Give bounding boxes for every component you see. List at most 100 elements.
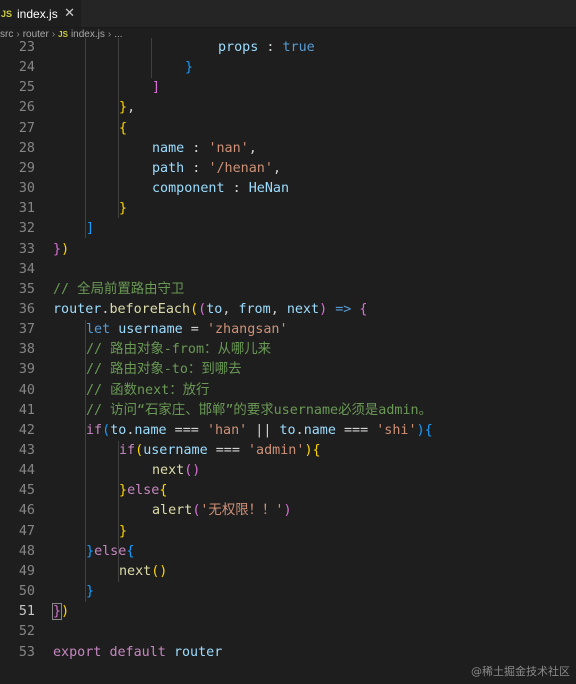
- code-line[interactable]: 36 router.beforeEach((to, from, next) => …: [0, 300, 576, 320]
- code-text: ]: [152, 78, 160, 98]
- code-line[interactable]: 27 {: [0, 119, 576, 139]
- code-text: }: [185, 58, 193, 78]
- code-line[interactable]: 33}): [0, 240, 576, 260]
- close-tab-icon[interactable]: ✕: [64, 6, 75, 20]
- tab-index-js[interactable]: JS index.js ✕: [0, 0, 81, 27]
- code-token: // 全局前置路由守卫: [53, 281, 185, 297]
- line-number: 37: [18, 322, 35, 338]
- code-token: ): [61, 604, 70, 620]
- line-number: 26: [18, 100, 35, 116]
- line-number: 38: [18, 342, 35, 358]
- code-line[interactable]: 44 next(): [0, 461, 576, 481]
- code-token: }: [53, 241, 62, 257]
- line-number: 35: [18, 281, 35, 297]
- code-token: ||: [247, 422, 280, 438]
- code-line[interactable]: 52: [0, 622, 576, 642]
- tab-filename: index.js: [17, 6, 58, 21]
- code-token: ): [319, 301, 328, 317]
- code-text: if(to.name === 'han' || to.name === 'shi…: [86, 421, 433, 441]
- code-token: ,: [222, 301, 239, 317]
- line-number: 33: [18, 241, 35, 257]
- code-line[interactable]: 42 if(to.name === 'han' || to.name === 's…: [0, 421, 576, 441]
- code-line[interactable]: 24}: [0, 58, 576, 78]
- code-line[interactable]: 37 let username = 'zhangsan': [0, 320, 576, 340]
- code-line[interactable]: 43 if(username === 'admin'){: [0, 441, 576, 461]
- code-line[interactable]: 38 // 路由对象-from：从哪儿来: [0, 340, 576, 360]
- editor-tab-bar: JS index.js ✕: [0, 0, 576, 28]
- code-line[interactable]: 51}): [0, 602, 576, 622]
- code-line[interactable]: 41 // 访问“石家庄、邯郸”的要求username必须是admin。: [0, 401, 576, 421]
- code-token: }: [119, 100, 128, 116]
- code-line[interactable]: 25]: [0, 78, 576, 98]
- code-token: let: [86, 322, 111, 338]
- code-line[interactable]: 32]: [0, 219, 576, 239]
- code-token: beforeEach: [109, 301, 191, 317]
- code-text: }): [53, 240, 69, 260]
- code-text: ]: [86, 219, 94, 239]
- code-text: },: [119, 98, 135, 118]
- line-number: 53: [18, 644, 35, 660]
- code-text: // 路由对象-from：从哪儿来: [86, 340, 271, 360]
- code-text: {: [119, 119, 127, 139]
- code-line[interactable]: 48}else{: [0, 542, 576, 562]
- line-number: 27: [18, 120, 35, 136]
- code-token: props: [218, 40, 259, 55]
- line-number: 50: [18, 584, 35, 600]
- code-text: if(username === 'admin'){: [119, 441, 321, 461]
- code-token: component: [152, 181, 225, 197]
- code-token: :: [258, 40, 283, 55]
- code-token: to: [279, 422, 296, 438]
- code-token: }: [119, 523, 128, 539]
- code-token: (: [135, 443, 144, 458]
- code-token: .: [295, 422, 304, 438]
- code-line[interactable]: 49 next(): [0, 562, 576, 582]
- code-token: ,: [127, 100, 136, 116]
- line-number: 32: [18, 221, 35, 237]
- code-token: '无权限！！': [200, 503, 284, 519]
- code-token: name: [134, 422, 167, 438]
- code-line[interactable]: 53 export default router: [0, 643, 576, 663]
- code-token: next: [119, 563, 152, 579]
- code-text: // 函数next：放行: [86, 381, 209, 401]
- line-number: 31: [18, 201, 35, 217]
- code-token: username: [118, 322, 183, 338]
- code-line[interactable]: 26},: [0, 98, 576, 118]
- line-number: 47: [18, 523, 35, 539]
- code-line[interactable]: 29 path : '/henan',: [0, 159, 576, 179]
- code-text: // 全局前置路由守卫: [53, 280, 184, 300]
- code-text: export default router: [53, 643, 222, 663]
- code-token: ): [61, 241, 70, 257]
- code-editor[interactable]: 23 props : true 24} 25] 26}, 27{28 name : 'nan…: [0, 38, 576, 684]
- code-line[interactable]: 40 // 函数next：放行: [0, 381, 576, 401]
- code-token: (: [102, 422, 111, 438]
- line-number: 28: [18, 140, 35, 156]
- code-line[interactable]: 47}: [0, 522, 576, 542]
- code-line[interactable]: 34: [0, 260, 576, 280]
- code-line[interactable]: 39 // 路由对象-to：到哪去: [0, 360, 576, 380]
- code-token: {: [359, 301, 368, 317]
- code-line[interactable]: 23 props : true: [0, 38, 576, 58]
- code-token: ): [283, 503, 292, 519]
- code-line[interactable]: 45}else{: [0, 481, 576, 501]
- code-token: 'han': [206, 422, 248, 438]
- code-token: if: [119, 443, 136, 458]
- code-token: ,: [270, 301, 287, 317]
- code-token: // 路由对象-to：到哪去: [86, 362, 242, 378]
- line-number: 25: [18, 80, 35, 96]
- line-number: 44: [18, 463, 35, 479]
- code-token: to: [110, 422, 127, 438]
- code-token: alert: [152, 503, 193, 519]
- code-line[interactable]: 35 // 全局前置路由守卫: [0, 280, 576, 300]
- code-token: name: [152, 140, 185, 156]
- code-token: ,: [248, 140, 257, 156]
- code-token: {: [424, 422, 433, 438]
- code-line[interactable]: 30 component : HeNan: [0, 179, 576, 199]
- code-line[interactable]: 31}: [0, 199, 576, 219]
- code-token: 'admin': [248, 443, 305, 458]
- code-token: export: [53, 644, 102, 660]
- code-token: 'shi': [376, 422, 417, 438]
- code-token: :: [184, 140, 209, 156]
- code-line[interactable]: 46 alert('无权限！！'): [0, 501, 576, 521]
- code-line[interactable]: 28 name : 'nan',: [0, 139, 576, 159]
- code-line[interactable]: 50}: [0, 582, 576, 602]
